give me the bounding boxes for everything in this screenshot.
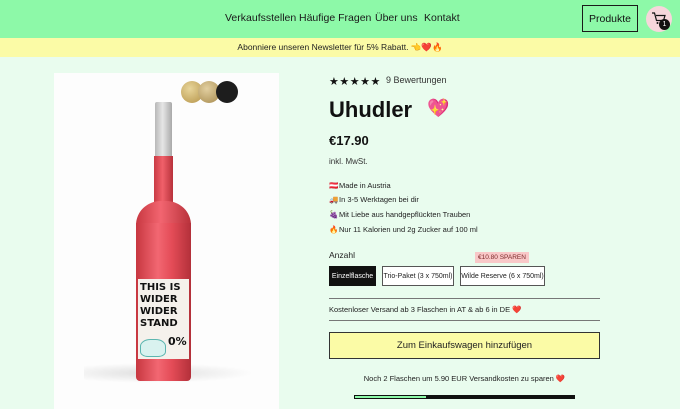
feature-text: Nur 11 Kalorien und 2g Zucker auf 100 ml	[339, 225, 478, 234]
product-price: €17.90	[329, 133, 369, 148]
feature-text: Mit Liebe aus handgepflückten Trauben	[339, 210, 471, 219]
newsletter-banner[interactable]: Abonniere unseren Newsletter für 5% Raba…	[0, 38, 680, 57]
fire-icon: 🔥	[329, 225, 339, 234]
free-shipping-note: Noch 2 Flaschen um 5.90 EUR Versandkoste…	[363, 374, 566, 383]
tax-note: inkl. MwSt.	[329, 157, 368, 166]
feature-text: Made in Austria	[339, 181, 391, 190]
divider	[329, 320, 600, 321]
shipping-progress-fill	[354, 395, 427, 399]
add-to-cart-button[interactable]: Zum Einkaufswagen hinzufügen	[329, 332, 600, 359]
cart-button[interactable]: 1	[646, 6, 672, 32]
top-navigation-bar: Verkaufsstellen Häufige Fragen Über uns …	[0, 0, 680, 38]
award-seal-icon	[216, 81, 238, 103]
bottle-neck	[154, 156, 173, 206]
grapes-icon: 🍇	[329, 210, 339, 219]
bottle-label-percent: 0%	[168, 335, 187, 348]
quantity-label: Anzahl	[329, 250, 355, 260]
shipping-note: Kostenloser Versand ab 3 Flaschen in AT …	[329, 305, 522, 314]
products-button[interactable]: Produkte	[582, 5, 638, 32]
nav-item-verkaufsstellen[interactable]: Verkaufsstellen	[225, 12, 296, 24]
option-trio-pack[interactable]: Trio-Paket (3 x 750ml)	[382, 266, 454, 286]
feature-text: In 3-5 Werktagen bei dir	[339, 195, 419, 204]
nav-item-about[interactable]: Über uns	[375, 12, 418, 24]
divider	[329, 298, 600, 299]
austria-flag-icon: 🇦🇹	[329, 181, 339, 190]
product-title: Uhudler	[329, 97, 413, 122]
bottle-label-line: THIS IS	[140, 282, 181, 293]
savings-badge: €10.80 SPAREN	[475, 252, 529, 263]
bottle-label-line: STAND	[140, 318, 178, 329]
bottle-label-line: WIDER	[140, 294, 178, 305]
shipping-progress-bar	[354, 395, 575, 399]
nav-item-faq[interactable]: Häufige Fragen	[299, 12, 371, 24]
truck-icon: 🚚	[329, 195, 339, 204]
feature-item: 🔥Nur 11 Kalorien und 2g Zucker auf 100 m…	[329, 225, 478, 234]
rating-stars[interactable]: ★★★★★	[329, 75, 381, 88]
feature-item: 🚚In 3-5 Werktagen bei dir	[329, 195, 419, 204]
label-illustration	[140, 339, 166, 357]
bottle-label: THIS IS WIDER WIDER STAND 0%	[138, 279, 189, 359]
bottle-label-line: WIDER	[140, 306, 178, 317]
product-image[interactable]: THIS IS WIDER WIDER STAND 0%	[54, 73, 279, 409]
reviews-link[interactable]: 9 Bewertungen	[386, 75, 447, 85]
option-single-bottle[interactable]: Einzelflasche	[329, 266, 376, 286]
sparkling-heart-icon: 💖	[427, 98, 450, 118]
option-wild-reserve[interactable]: Wilde Reserve (6 x 750ml)	[460, 266, 545, 286]
bottle-cap	[155, 102, 172, 156]
nav-item-contact[interactable]: Kontakt	[424, 12, 460, 24]
feature-item: 🇦🇹Made in Austria	[329, 181, 391, 190]
cart-count-badge: 1	[659, 19, 670, 30]
feature-item: 🍇Mit Liebe aus handgepflückten Trauben	[329, 210, 470, 219]
